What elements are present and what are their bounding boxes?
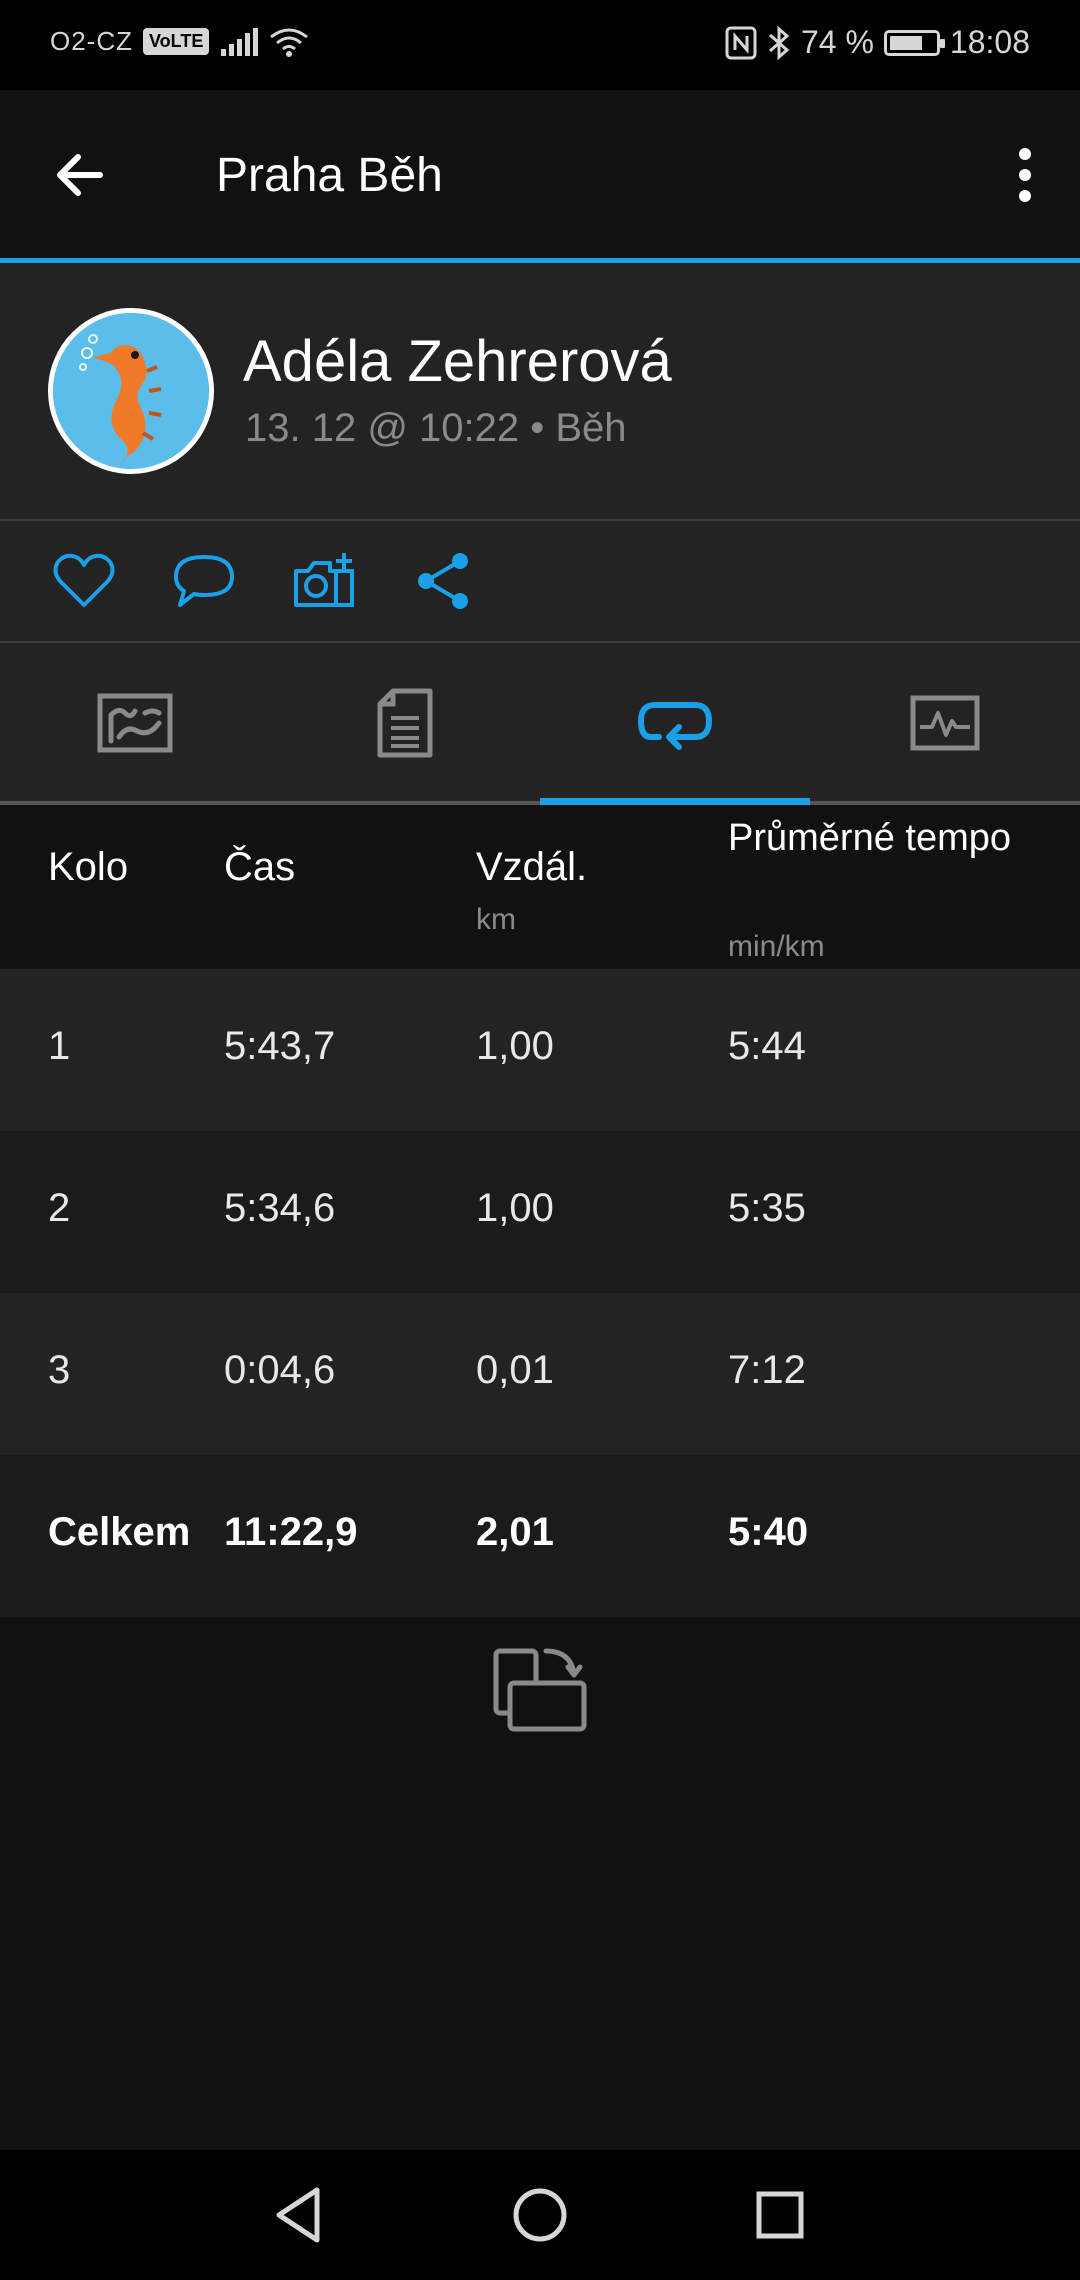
rotate-screen-icon[interactable] xyxy=(490,1645,590,1735)
nav-home-icon[interactable] xyxy=(505,2180,575,2250)
tab-map[interactable] xyxy=(0,643,270,803)
total-distance: 2,01 xyxy=(476,1510,554,1554)
lap-pace: 7:12 xyxy=(728,1348,806,1392)
header-pace-unit: min/km xyxy=(728,930,825,963)
lap-distance: 1,00 xyxy=(476,1024,554,1068)
header-distance: Vzdál. xyxy=(476,845,588,889)
nfc-icon xyxy=(725,26,757,59)
lap-pace: 5:44 xyxy=(728,1024,806,1068)
like-heart-icon[interactable] xyxy=(52,549,116,613)
seahorse-avatar-image xyxy=(53,313,209,469)
map-icon xyxy=(97,693,173,753)
lap-time: 5:34,6 xyxy=(224,1186,336,1230)
table-row: 1 5:43,7 1,00 5:44 xyxy=(0,969,1080,1131)
page-title: Praha Běh xyxy=(216,149,443,202)
add-photo-icon[interactable] xyxy=(292,549,356,613)
battery-percent: 74 % xyxy=(800,24,874,60)
total-time: 11:22,9 xyxy=(224,1510,358,1554)
table-row: 2 5:34,6 1,00 5:35 xyxy=(0,1131,1080,1293)
lap-distance: 0,01 xyxy=(476,1348,554,1392)
lap-number: 3 xyxy=(48,1348,71,1392)
lap-distance: 1,00 xyxy=(476,1186,554,1230)
more-options-icon[interactable] xyxy=(1000,140,1050,210)
share-icon[interactable] xyxy=(412,549,476,613)
activity-meta: 13. 12 @ 10:22 • Běh xyxy=(245,406,627,450)
details-icon xyxy=(377,688,433,758)
activity-header: Adéla Zehrerová 13. 12 @ 10:22 • Běh xyxy=(0,263,1080,519)
laps-table-header: Kolo Čas Vzdál. km Průměrné tempo min/km xyxy=(0,805,1080,969)
total-pace: 5:40 xyxy=(728,1510,809,1554)
tab-details[interactable] xyxy=(270,643,540,803)
laps-icon xyxy=(637,702,713,750)
lap-time: 0:04,6 xyxy=(224,1348,336,1392)
app-toolbar: Praha Běh xyxy=(0,90,1080,260)
header-distance-unit: km xyxy=(476,903,516,936)
battery-icon xyxy=(883,29,945,56)
bluetooth-icon xyxy=(768,25,790,60)
status-bar: O2-CZ VoLTE 74 % 18:08 xyxy=(0,0,1080,90)
avatar[interactable] xyxy=(48,308,214,474)
table-total-row: Celkem 11:22,9 2,01 5:40 xyxy=(0,1455,1080,1617)
status-left: O2-CZ VoLTE xyxy=(50,26,309,57)
tab-laps[interactable] xyxy=(540,643,810,803)
comment-bubble-icon[interactable] xyxy=(172,549,236,613)
charts-icon xyxy=(910,695,980,751)
nav-recents-icon[interactable] xyxy=(745,2180,815,2250)
wifi-icon xyxy=(270,28,309,57)
table-row: 3 0:04,6 0,01 7:12 xyxy=(0,1293,1080,1455)
nav-back-icon[interactable] xyxy=(265,2180,335,2250)
header-time: Čas xyxy=(224,845,296,889)
header-pace: Průměrné tempo xyxy=(728,817,1012,859)
action-row xyxy=(0,521,1080,641)
clock: 18:08 xyxy=(949,24,1030,60)
signal-icon xyxy=(221,27,259,56)
athlete-name[interactable]: Adéla Zehrerová xyxy=(243,328,672,395)
active-tab-indicator xyxy=(540,798,810,805)
back-arrow-icon[interactable] xyxy=(50,145,110,205)
volte-badge: VoLTE xyxy=(143,28,210,55)
header-lap: Kolo xyxy=(48,845,129,889)
lap-number: 2 xyxy=(48,1186,71,1230)
carrier-label: O2-CZ xyxy=(50,26,133,56)
status-right: 74 % 18:08 xyxy=(725,24,1030,61)
battery-level xyxy=(889,35,923,50)
total-label: Celkem xyxy=(48,1510,191,1554)
lap-number: 1 xyxy=(48,1024,71,1068)
tab-charts[interactable] xyxy=(810,643,1080,803)
system-nav-bar xyxy=(0,2150,1080,2280)
activity-tabs xyxy=(0,643,1080,805)
lap-pace: 5:35 xyxy=(728,1186,806,1230)
lap-time: 5:43,7 xyxy=(224,1024,336,1068)
